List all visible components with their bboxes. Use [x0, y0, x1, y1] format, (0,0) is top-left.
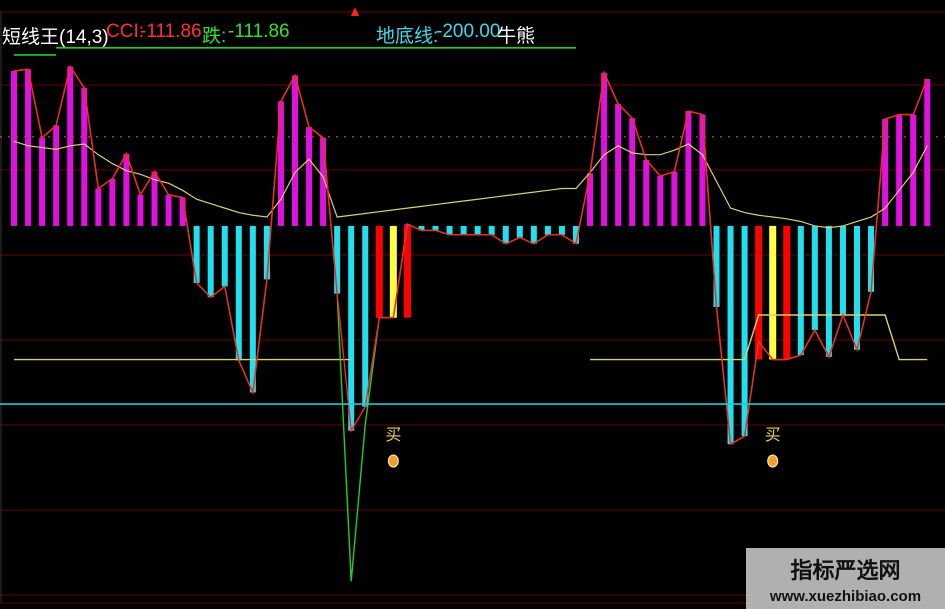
cci-bar: [924, 78, 931, 226]
bottom-line-value: -200.00: [436, 21, 501, 42]
cci-bar: [474, 225, 481, 235]
cci-bar: [25, 69, 32, 226]
cci-bar: [362, 225, 369, 407]
signal-bar: [783, 225, 791, 360]
cci-bar: [685, 111, 692, 226]
cci-bar: [165, 194, 172, 226]
cci-bar: [460, 225, 467, 235]
cci-chart: 买买: [0, 0, 945, 609]
cci-bar: [825, 225, 832, 357]
cci-value: -111.86: [140, 21, 202, 42]
cci-bar: [81, 87, 88, 226]
signal-bar: [375, 225, 383, 318]
cci-bar: [53, 125, 60, 226]
cci-bar: [39, 137, 46, 226]
cci-bar: [699, 114, 706, 226]
signal-bar: [769, 225, 777, 360]
cci-bar: [123, 153, 130, 226]
watermark: 指标严选网 www.xuezhibiao.com: [746, 548, 945, 609]
cci-bar: [839, 225, 846, 315]
buy-marker-icon: [767, 454, 779, 468]
cci-bar: [334, 225, 341, 294]
cci-bar: [797, 225, 804, 356]
cci-bar: [615, 103, 622, 226]
cci-bar: [137, 194, 144, 226]
niuxiong-label: 牛熊线: [497, 26, 535, 47]
cci-bar: [910, 114, 917, 226]
cci-bar: [671, 171, 678, 226]
cci-bar: [657, 176, 664, 226]
buy-marker-icon: [387, 454, 399, 468]
cci-bar: [95, 188, 102, 226]
cci-bar: [488, 225, 495, 235]
bottom-line-label: 地底线:: [376, 26, 439, 47]
cci-bar: [249, 225, 256, 393]
cci-bar: [896, 114, 903, 226]
cci-bar: [235, 225, 242, 361]
cci-bar: [558, 225, 565, 235]
cci-bar: [629, 118, 636, 226]
cci-bar: [109, 178, 116, 226]
cci-bar: [348, 225, 355, 431]
indicator-name: 短线王(14,3): [2, 27, 109, 48]
cci-bar: [643, 160, 650, 226]
watermark-title: 指标严选网: [790, 559, 901, 584]
buy-label: 买: [385, 425, 401, 444]
buy-label: 买: [765, 425, 781, 444]
die-value: -111.86: [228, 21, 290, 42]
die-label: 跌:: [202, 26, 227, 47]
cci-bar: [854, 225, 860, 350]
cci-bar: [221, 225, 228, 287]
signal-bar: [755, 225, 763, 360]
cci-bar: [727, 225, 734, 445]
cci-bar: [516, 225, 523, 238]
cci-bar: [601, 72, 608, 226]
cci-bar: [544, 225, 551, 235]
cci-bar: [502, 225, 509, 244]
watermark-url: www.xuezhibiao.com: [769, 588, 922, 605]
cci-bar: [306, 127, 313, 226]
cci-bar: [11, 70, 17, 226]
cci-bar: [207, 225, 214, 298]
cci-bar: [530, 225, 537, 244]
cci-bar: [292, 75, 298, 226]
cci-label: CCI:: [106, 21, 144, 42]
cci-bar: [713, 225, 720, 307]
